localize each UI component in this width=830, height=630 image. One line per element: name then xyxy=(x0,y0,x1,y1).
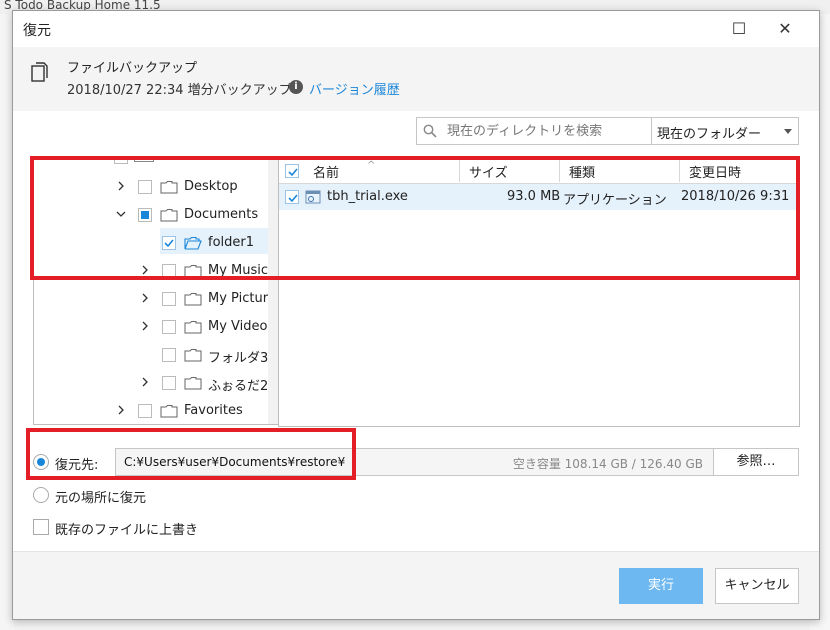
column-separator[interactable] xyxy=(459,160,460,182)
tree-item-label: ふぉるだ2 xyxy=(208,379,269,394)
chevron-right-icon[interactable] xyxy=(116,181,126,191)
close-button[interactable]: ✕ xyxy=(771,17,799,41)
chevron-right-icon[interactable] xyxy=(140,265,150,275)
search-box xyxy=(416,117,652,145)
tree-item-label: My Videos xyxy=(208,319,275,334)
cancel-button[interactable]: キャンセル xyxy=(715,568,799,604)
chevron-right-icon[interactable] xyxy=(116,405,126,415)
column-header-type[interactable]: 種類 xyxy=(569,162,595,181)
original-location-label: 元の場所に復元 xyxy=(55,491,147,506)
backup-header: ファイルバックアップ 2018/10/27 22:34 増分バックアップ i バ… xyxy=(13,47,819,111)
tree-checkbox-cut xyxy=(114,158,128,164)
folder-icon xyxy=(184,377,202,390)
tree-item-label: Documents xyxy=(184,207,259,222)
column-separator[interactable] xyxy=(679,160,680,182)
version-history-link[interactable]: バージョン履歴 xyxy=(309,79,400,98)
folder-open-icon xyxy=(184,236,202,250)
application-file-icon xyxy=(305,190,321,204)
check-icon xyxy=(288,194,298,203)
file-list: 名前 ^ サイズ 種類 変更日時 tbh_trial.exe 93.0 MB ア… xyxy=(278,157,800,427)
chevron-right-icon[interactable] xyxy=(140,377,150,387)
folder-icon xyxy=(184,293,202,306)
tree-item-label: Desktop xyxy=(184,179,238,194)
restore-to-label: 復元先: xyxy=(55,458,99,473)
sort-arrow-icon: ^ xyxy=(367,160,376,171)
select-all-checkbox[interactable] xyxy=(285,164,299,178)
tree-scrollbar[interactable] xyxy=(268,158,278,424)
file-list-header: 名前 ^ サイズ 種類 変更日時 xyxy=(279,158,799,184)
info-icon: i xyxy=(289,80,303,94)
tree-checkbox[interactable] xyxy=(162,376,176,390)
backup-name: ファイルバックアップ xyxy=(67,61,198,76)
tree-item-label: My Picture xyxy=(208,291,276,306)
tree-item-label: folder1 xyxy=(208,235,255,250)
search-icon xyxy=(423,124,437,138)
browse-button[interactable]: 参照… xyxy=(713,448,799,476)
folder-icon xyxy=(160,181,178,194)
restore-to-radio[interactable] xyxy=(33,454,49,470)
tree-checkbox[interactable] xyxy=(138,404,152,418)
folder-icon xyxy=(184,349,202,362)
folder-icon-cut xyxy=(134,158,154,162)
search-scope-value: 現在のフォルダー xyxy=(657,127,762,142)
tree-checkbox-partial[interactable] xyxy=(138,208,152,222)
chevron-down-icon[interactable] xyxy=(116,209,126,219)
tree-checkbox[interactable] xyxy=(162,320,176,334)
column-separator[interactable] xyxy=(559,160,560,182)
file-name: tbh_trial.exe xyxy=(327,189,408,204)
backup-info: 2018/10/27 22:34 増分バックアップ xyxy=(67,83,292,98)
file-size: 93.0 MB xyxy=(507,189,561,204)
column-header-modified[interactable]: 変更日時 xyxy=(689,162,741,181)
search-input[interactable] xyxy=(445,121,645,141)
chevron-right-icon[interactable] xyxy=(140,321,150,331)
tree-checkbox[interactable] xyxy=(138,180,152,194)
tree-checkbox[interactable] xyxy=(162,348,176,362)
check-icon xyxy=(164,239,174,248)
column-header-name[interactable]: 名前 xyxy=(313,162,339,181)
tree-item-label: My Music xyxy=(208,263,269,278)
folder-icon xyxy=(184,265,202,278)
document-icon xyxy=(31,62,48,82)
search-scope-dropdown[interactable]: 現在のフォルダー xyxy=(651,117,799,145)
maximize-button[interactable]: ☐ xyxy=(725,17,753,41)
tree-checkbox[interactable] xyxy=(162,292,176,306)
chevron-down-icon xyxy=(784,129,792,134)
dialog-footer: 実行 キャンセル xyxy=(13,551,819,619)
file-row[interactable]: tbh_trial.exe 93.0 MB アプリケーション 2018/10/2… xyxy=(279,184,799,210)
column-header-size[interactable]: サイズ xyxy=(469,162,508,181)
folder-icon xyxy=(160,209,178,222)
overwrite-checkbox[interactable] xyxy=(33,519,49,535)
tree-item-label: フォルダ3 xyxy=(208,351,269,366)
tree-item-label: Favorites xyxy=(184,403,243,418)
folder-tree: Desktop Documents folder1 My Music My Pi… xyxy=(33,157,279,425)
check-icon xyxy=(288,168,298,177)
original-location-radio[interactable] xyxy=(33,487,49,503)
folder-icon xyxy=(184,321,202,334)
tree-checkbox[interactable] xyxy=(162,264,176,278)
dialog-title: 復元 xyxy=(23,23,51,39)
file-type: アプリケーション xyxy=(563,193,667,208)
restore-dialog: 復元 ☐ ✕ ファイルバックアップ 2018/10/27 22:34 増分バック… xyxy=(12,10,820,620)
overwrite-label: 既存のファイルに上書き xyxy=(55,523,199,538)
destination-path-box: 空き容量 108.14 GB / 126.40 GB xyxy=(115,448,714,476)
chevron-right-icon[interactable] xyxy=(140,293,150,303)
tree-checkbox-checked[interactable] xyxy=(162,236,176,250)
file-row-checkbox[interactable] xyxy=(285,190,299,204)
folder-icon xyxy=(160,405,178,418)
dialog-titlebar: 復元 ☐ ✕ xyxy=(13,11,819,47)
run-button[interactable]: 実行 xyxy=(619,568,703,604)
file-modified: 2018/10/26 9:31 xyxy=(681,189,790,204)
free-space-text: 空き容量 108.14 GB / 126.40 GB xyxy=(512,457,703,471)
destination-path-input[interactable] xyxy=(122,452,452,472)
